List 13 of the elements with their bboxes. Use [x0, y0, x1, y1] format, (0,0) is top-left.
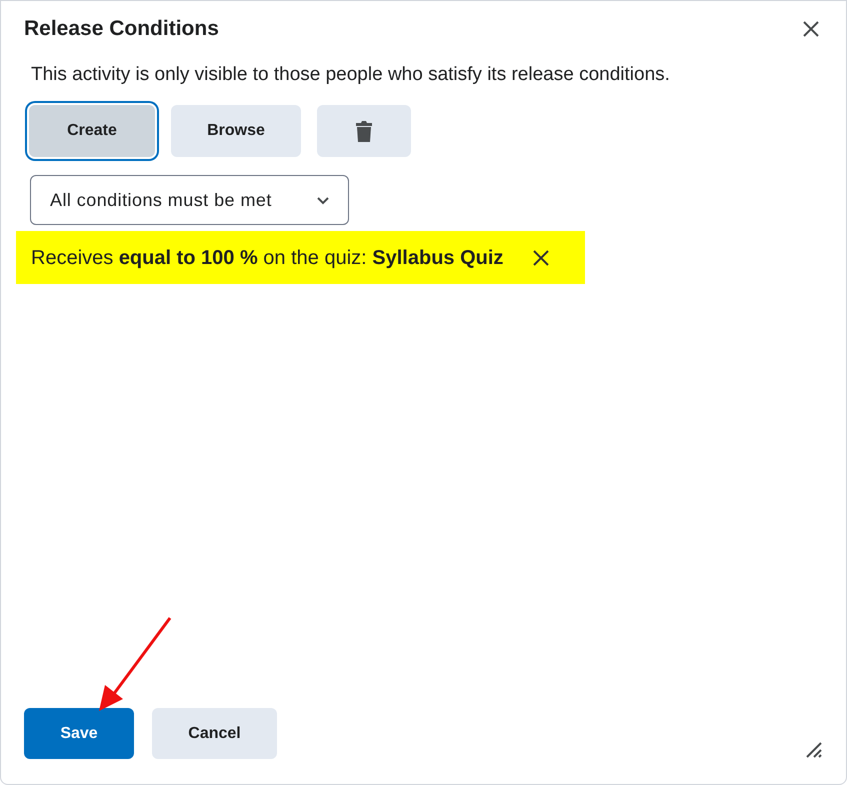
description-text: This activity is only visible to those people who satisfy its release conditions. — [30, 62, 671, 86]
toolbar-button[interactable]: Create — [29, 105, 155, 157]
resize-handle-icon[interactable] — [806, 742, 822, 758]
dialog-title: Release Conditions — [24, 16, 219, 42]
condition-mode-dropdown[interactable]: All conditions must be met — [30, 175, 349, 225]
toolbar-button[interactable]: Browse — [171, 105, 301, 157]
chevron-down-icon — [316, 196, 330, 204]
remove-condition-button[interactable] — [531, 248, 552, 268]
trash-icon — [355, 120, 373, 142]
cancel-button[interactable]: Cancel — [152, 708, 277, 759]
save-button[interactable]: Save — [24, 708, 134, 759]
delete-button[interactable] — [317, 105, 411, 157]
condition-text: Receives equal to 100 % on the quiz: Syllabus Quiz — [31, 246, 504, 270]
